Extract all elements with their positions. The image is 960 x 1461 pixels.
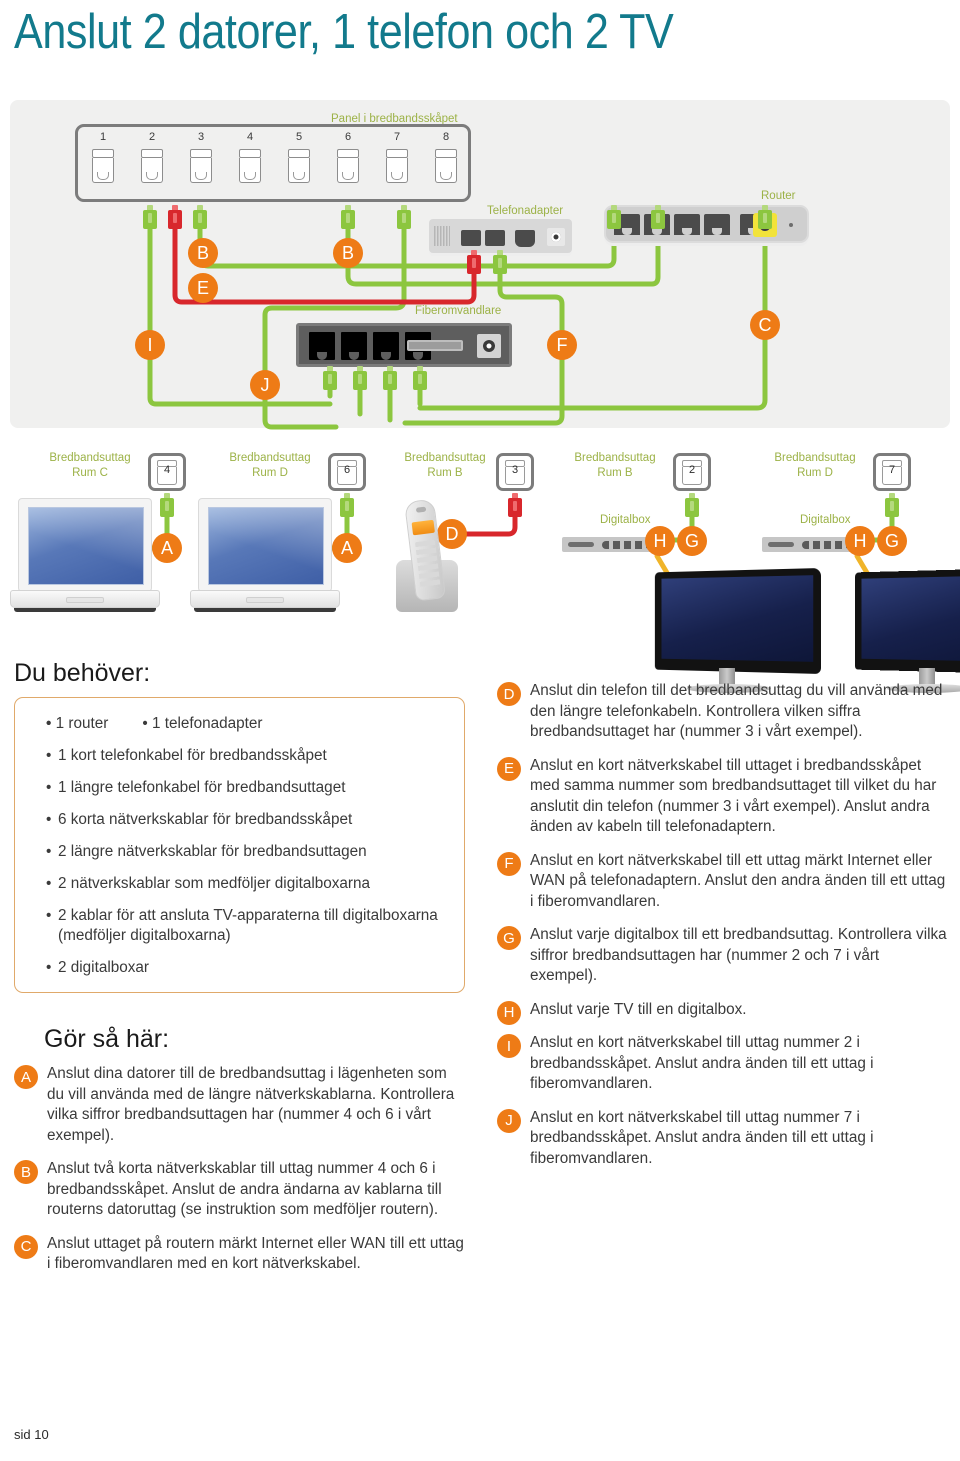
howto-right-column: D Anslut din telefon till det bredbandsu…: [497, 681, 949, 1182]
marker-H-tv1: H: [645, 526, 675, 556]
howto-step-I-badge: I: [497, 1034, 521, 1058]
plug-outlet-4: [160, 493, 174, 517]
needs-list: • 1 router • 1 telefonadapter 1 kort tele…: [46, 714, 466, 990]
laptop-2: [190, 498, 340, 616]
outlet-label-6-title: Bredbandsuttag: [229, 452, 311, 464]
howto-step-D: D Anslut din telefon till det bredbandsu…: [497, 681, 949, 743]
outlet-label-7-room: Rum D: [797, 467, 833, 479]
page-footer: sid 10: [14, 1427, 49, 1442]
needs-item-6: 2 nätverkskablar som medföljer digitalbo…: [46, 874, 466, 894]
cordless-phone: [390, 498, 468, 612]
outlet-label-3-title: Bredbandsuttag: [404, 452, 486, 464]
laptop-1: [10, 498, 160, 616]
howto-step-H-badge: H: [497, 1000, 521, 1025]
wall-outlet-7-number: 7: [888, 464, 896, 476]
howto-step-E-text: Anslut en kort nätverkskabel till uttage…: [530, 756, 937, 836]
howto-left-column: A Anslut dina datorer till de bredbandsu…: [14, 1064, 466, 1288]
outlet-label-3-room: Rum B: [427, 467, 463, 479]
outlet-label-2-title: Bredbandsuttag: [574, 452, 656, 464]
howto-step-D-badge: D: [497, 682, 521, 706]
howto-step-E: E Anslut en kort nätverkskabel till utta…: [497, 756, 949, 838]
plug-outlet-3: [508, 493, 522, 517]
howto-step-J-text: Anslut en kort nätverkskabel till uttag …: [530, 1108, 874, 1167]
wall-outlet-4[interactable]: 4: [148, 453, 186, 491]
howto-step-I: I Anslut en kort nätverkskabel till utta…: [497, 1033, 949, 1095]
needs-item-7: 2 kablar för att ansluta TV-apparaterna …: [46, 906, 466, 946]
howto-step-I-text: Anslut en kort nätverkskabel till uttag …: [530, 1034, 874, 1092]
wall-outlet-2[interactable]: 2: [673, 453, 711, 491]
howto-step-C-badge: C: [14, 1234, 38, 1259]
needs-item-5: 2 längre nätverkskablar för bredbandsutt…: [46, 842, 466, 862]
howto-step-G-text: Anslut varje digitalbox till ett bredban…: [530, 926, 947, 984]
plug-outlet-6: [340, 493, 354, 517]
howto-step-C-text: Anslut uttaget på routern märkt Internet…: [47, 1234, 464, 1273]
howto-step-E-badge: E: [497, 756, 521, 781]
digitalbox-label-2: Digitalbox: [800, 514, 851, 526]
wall-outlet-2-number: 2: [688, 464, 696, 476]
outlet-label-2-room: Rum B: [597, 467, 633, 479]
howto-step-F: F Anslut en kort nätverkskabel till ett …: [497, 851, 949, 913]
howto-step-A-text: Anslut dina datorer till de bredbandsutt…: [47, 1065, 455, 1144]
network-diagram: Panel i bredbandsskåpet 1 2 3 4 5 6 7 8: [0, 0, 960, 693]
wall-outlet-3-number: 3: [511, 464, 519, 476]
wall-outlet-3[interactable]: 3: [496, 453, 534, 491]
outlet-label-2: Bredbandsuttag Rum B: [545, 451, 685, 481]
howto-step-B: B Anslut två korta nätverkskablar till u…: [14, 1159, 466, 1221]
howto-step-D-text: Anslut din telefon till det bredbandsutt…: [530, 682, 943, 740]
needs-item-2: 1 kort telefonkabel för bredbandsskåpet: [46, 746, 466, 766]
page-root: Anslut 2 datorer, 1 telefon och 2 TV Pan…: [0, 0, 960, 1461]
outlet-label-3: Bredbandsuttag Rum B: [375, 451, 515, 481]
wall-outlet-4-number: 4: [163, 464, 171, 476]
wall-outlet-7[interactable]: 7: [873, 453, 911, 491]
howto-step-F-badge: F: [497, 851, 521, 876]
howto-step-B-text: Anslut två korta nätverkskablar till utt…: [47, 1160, 442, 1218]
howto-heading: Gör så här:: [44, 1025, 170, 1053]
outlet-label-6-room: Rum D: [252, 467, 288, 479]
marker-G-outlet7: G: [877, 526, 907, 556]
outlet-label-6: Bredbandsuttag Rum D: [200, 451, 340, 481]
outlet-label-7-title: Bredbandsuttag: [774, 452, 856, 464]
outlet-label-7: Bredbandsuttag Rum D: [745, 451, 885, 481]
howto-step-H: H Anslut varje TV till en digitalbox.: [497, 1000, 949, 1025]
plug-outlet-2: [685, 493, 699, 517]
needs-item-8: 2 digitalboxar: [46, 958, 466, 978]
howto-step-H-text: Anslut varje TV till en digitalbox.: [530, 1000, 747, 1018]
outlet-label-4: Bredbandsuttag Rum C: [20, 451, 160, 481]
tv-2: [835, 568, 960, 696]
needs-item-1: • 1 telefonadapter: [142, 715, 263, 732]
howto-step-C: C Anslut uttaget på routern märkt Intern…: [14, 1234, 466, 1275]
howto-step-F-text: Anslut en kort nätverkskabel till ett ut…: [530, 851, 946, 910]
outlet-label-4-room: Rum C: [72, 467, 108, 479]
howto-step-A-badge: A: [14, 1065, 38, 1089]
howto-step-G: G Anslut varje digitalbox till ett bredb…: [497, 925, 949, 987]
outlet-label-4-title: Bredbandsuttag: [49, 452, 131, 464]
howto-step-A: A Anslut dina datorer till de bredbandsu…: [14, 1064, 466, 1146]
howto-step-G-badge: G: [497, 926, 521, 950]
digitalbox-label-1: Digitalbox: [600, 514, 651, 526]
needs-heading: Du behöver:: [14, 659, 151, 687]
tv-1: [635, 568, 821, 696]
needs-item-4: 6 korta nätverkskablar för bredbandsskåp…: [46, 810, 466, 830]
howto-step-B-badge: B: [14, 1160, 38, 1184]
howto-step-J-badge: J: [497, 1108, 521, 1133]
needs-item-inline-row: • 1 router • 1 telefonadapter: [46, 714, 466, 734]
marker-G-outlet2: G: [677, 526, 707, 556]
needs-item-0: • 1 router: [46, 715, 109, 732]
marker-H-tv2: H: [845, 526, 875, 556]
wall-outlet-6[interactable]: 6: [328, 453, 366, 491]
howto-step-J: J Anslut en kort nätverkskabel till utta…: [497, 1108, 949, 1170]
needs-item-3: 1 längre telefonkabel för bredbandsuttag…: [46, 778, 466, 798]
plug-outlet-7: [885, 493, 899, 517]
wall-outlet-6-number: 6: [343, 464, 351, 476]
